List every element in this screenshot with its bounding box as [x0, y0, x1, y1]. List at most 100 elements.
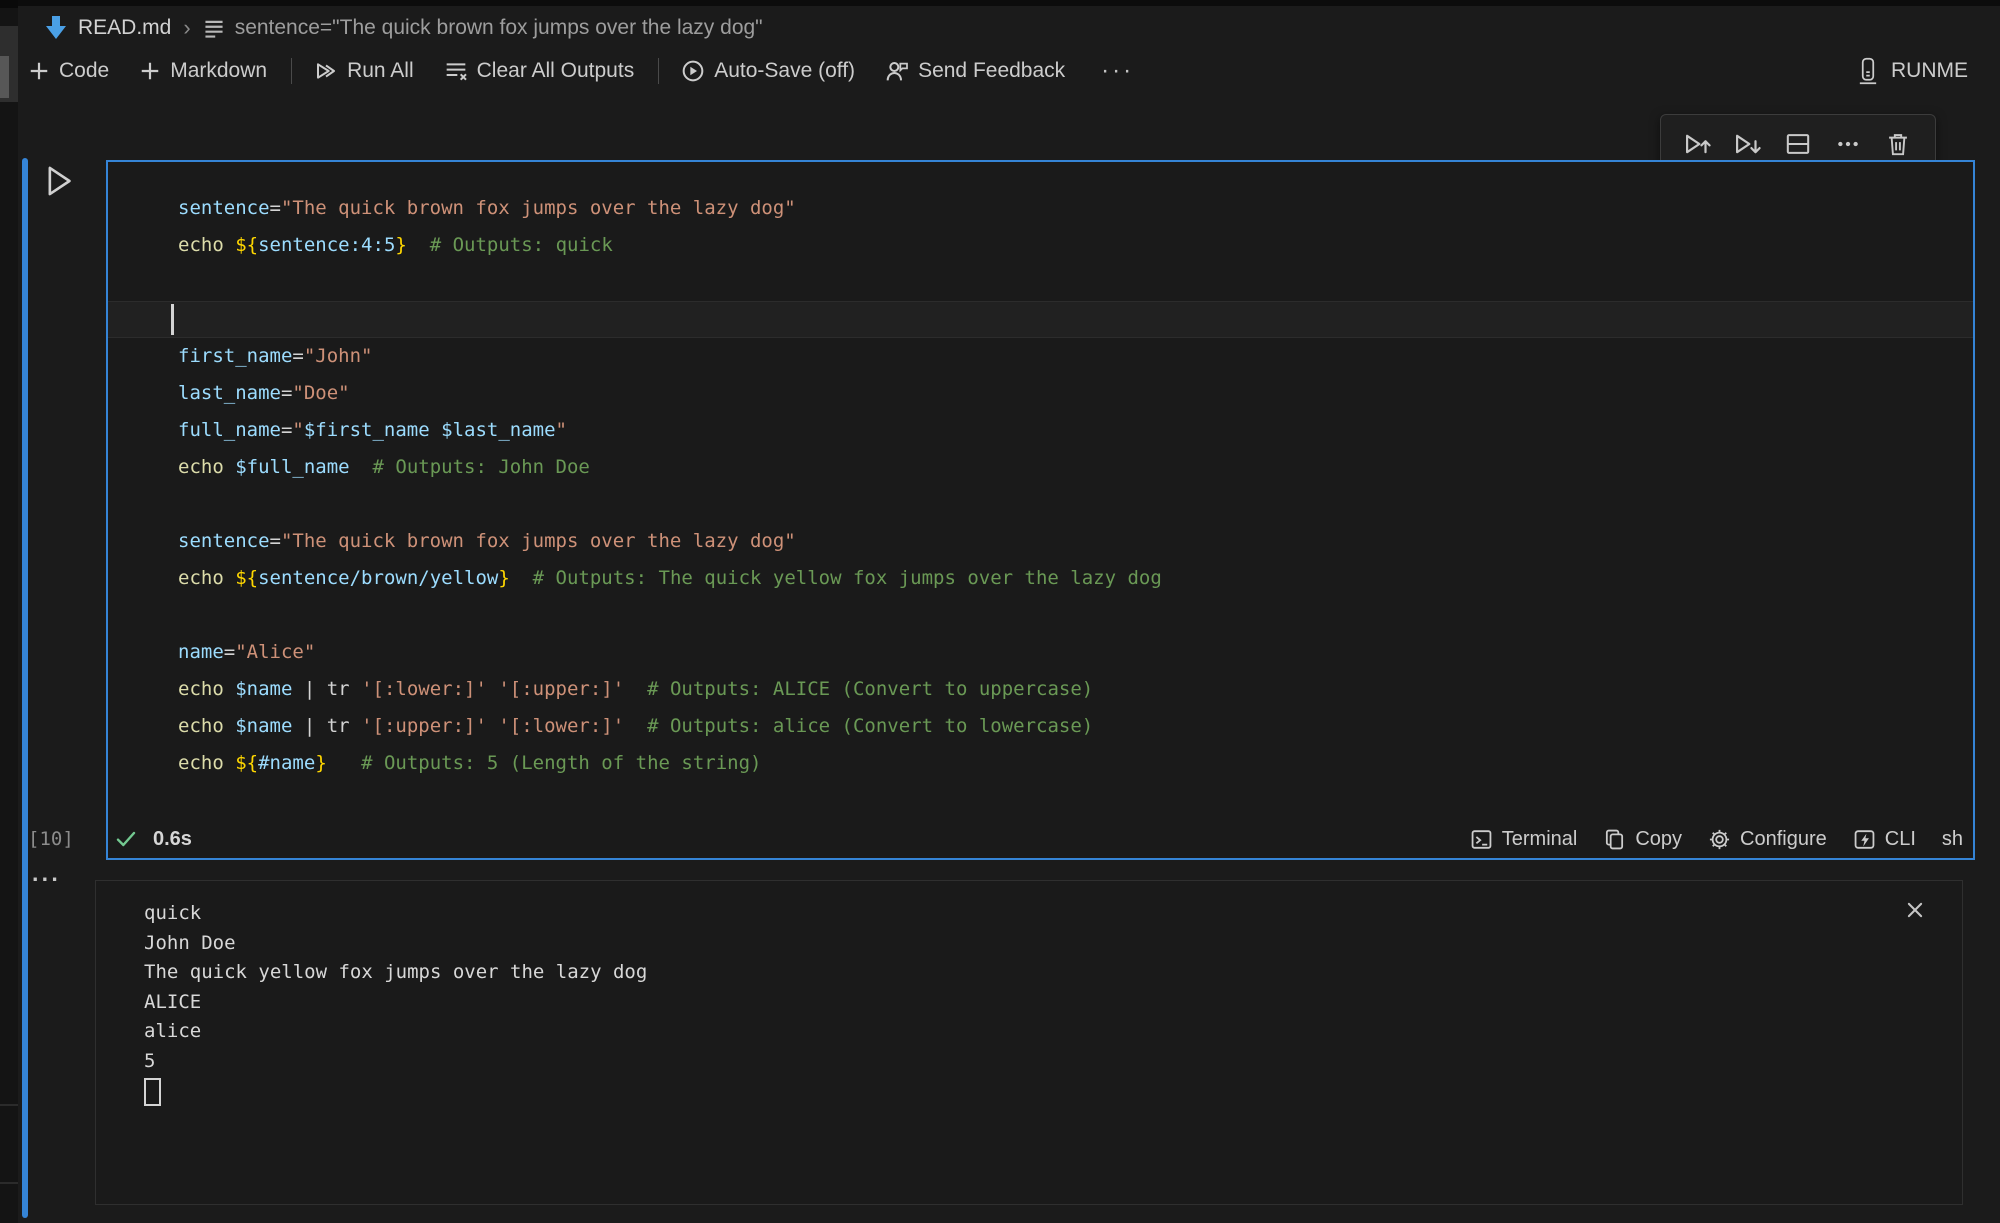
code-token: first_name [178, 345, 292, 367]
code-token: } [498, 567, 509, 589]
cli-icon [1853, 828, 1876, 851]
execute-above-button[interactable] [1681, 124, 1715, 164]
code-token: | tr [292, 715, 361, 737]
code-token [624, 715, 647, 737]
code-editor[interactable]: sentence = "The quick brown fox jumps over… [178, 190, 1162, 782]
add-code-cell-button[interactable]: Code [28, 59, 109, 83]
code-token: sentence/brown/yellow [258, 567, 498, 589]
code-token: # Outputs: ALICE (Convert to uppercase) [647, 678, 1093, 700]
code-token: } [315, 752, 326, 774]
copy-label: Copy [1635, 828, 1682, 851]
cli-button[interactable]: CLI [1853, 828, 1916, 851]
code-line[interactable]: echo $full_name # Outputs: John Doe [178, 449, 1162, 486]
cell-status-bar: 0.6s Terminal Copy [106, 820, 1975, 858]
clear-all-outputs-button[interactable]: Clear All Outputs [444, 59, 635, 83]
code-token: last_name [178, 382, 281, 404]
code-line[interactable]: echo ${sentence/brown/yellow} # Outputs:… [178, 560, 1162, 597]
code-line[interactable]: sentence="The quick brown fox jumps over… [178, 190, 1162, 227]
execute-cell-and-below-button[interactable] [1731, 124, 1765, 164]
code-token: '[:upper:]' [361, 715, 487, 737]
autosave-toggle-button[interactable]: Auto-Save (off) [681, 59, 855, 83]
toolbar-divider [658, 58, 659, 84]
gutter-separator [0, 1104, 18, 1106]
code-line[interactable]: echo ${#name} # Outputs: 5 (Length of th… [178, 745, 1162, 782]
code-token: = [281, 382, 292, 404]
delete-cell-button[interactable] [1881, 124, 1915, 164]
breadcrumb-file[interactable]: READ.md [78, 16, 171, 40]
cell-status-left: 0.6s [114, 827, 192, 851]
code-line[interactable]: echo ${sentence:4:5} # Outputs: quick [178, 227, 1162, 264]
terminal-icon [1470, 828, 1493, 851]
code-line[interactable] [178, 264, 1162, 301]
code-token [430, 419, 441, 441]
code-token: '[:lower:]' [498, 715, 624, 737]
send-feedback-button[interactable]: Send Feedback [885, 59, 1065, 83]
code-token: # Outputs: The quick yellow fox jumps ov… [533, 567, 1162, 589]
cell-focus-bar [22, 158, 28, 1218]
output-menu-button[interactable]: ··· [32, 866, 61, 893]
add-markdown-cell-button[interactable]: Markdown [139, 59, 267, 83]
toolbar-divider [291, 58, 292, 84]
code-line[interactable]: first_name="John" [178, 338, 1162, 375]
breadcrumb-separator: › [181, 15, 192, 41]
split-cell-icon [1784, 130, 1812, 158]
code-line[interactable]: last_name="Doe" [178, 375, 1162, 412]
output-line: ALICE [144, 988, 647, 1018]
run-all-icon [314, 59, 338, 83]
plus-icon [139, 60, 161, 82]
code-line[interactable]: full_name="$first_name $last_name" [178, 412, 1162, 449]
code-line-cursor[interactable] [178, 301, 1162, 338]
runme-logo-icon [1855, 57, 1881, 85]
scrollbar-thumb[interactable] [0, 56, 9, 98]
toolbar-more-button[interactable]: ··· [1101, 57, 1134, 85]
code-line[interactable]: name="Alice" [178, 634, 1162, 671]
terminal-button[interactable]: Terminal [1470, 828, 1578, 851]
code-token: echo [178, 678, 224, 700]
code-line[interactable]: echo $name | tr '[:upper:]' '[:lower:]' … [178, 708, 1162, 745]
code-token: | tr [292, 678, 361, 700]
split-cell-button[interactable] [1781, 124, 1815, 164]
runme-label: RUNME [1891, 59, 1968, 83]
breadcrumb-symbol[interactable]: sentence="The quick brown fox jumps over… [235, 16, 763, 40]
code-token [510, 567, 533, 589]
code-line[interactable]: echo $name | tr '[:lower:]' '[:upper:]' … [178, 671, 1162, 708]
add-markdown-label: Markdown [170, 59, 267, 83]
close-output-button[interactable] [1904, 899, 1926, 921]
code-token [224, 752, 235, 774]
code-line[interactable] [178, 486, 1162, 523]
code-token: "The quick brown fox jumps over the lazy… [281, 197, 796, 219]
output-line: quick [144, 899, 647, 929]
code-token: #name [258, 752, 315, 774]
code-token: sentence [178, 197, 270, 219]
code-token: "The quick brown fox jumps over the lazy… [281, 530, 796, 552]
code-token: " [292, 419, 303, 441]
configure-button[interactable]: Configure [1708, 828, 1827, 851]
code-token: "John" [304, 345, 373, 367]
code-token [327, 752, 361, 774]
run-cell-button[interactable] [44, 164, 74, 198]
copy-button[interactable]: Copy [1603, 828, 1682, 851]
output-line: 5 [144, 1047, 647, 1077]
gutter-separator [0, 1182, 18, 1184]
code-token: '[:lower:]' [361, 678, 487, 700]
code-token: ${ [235, 567, 258, 589]
cell-language-picker[interactable]: sh [1942, 828, 1963, 851]
output-text: quickJohn DoeThe quick yellow fox jumps … [144, 899, 647, 1116]
symbol-list-icon [203, 17, 225, 39]
code-token: = [281, 419, 292, 441]
execute-cell-and-below-icon [1733, 129, 1763, 159]
plus-icon [28, 60, 50, 82]
code-token: ${ [235, 234, 258, 256]
more-cell-actions-button[interactable] [1831, 124, 1865, 164]
code-token [487, 715, 498, 737]
code-line[interactable] [178, 597, 1162, 634]
editor-left-gutter [0, 0, 18, 1223]
code-token [224, 456, 235, 478]
code-token: sentence [178, 530, 270, 552]
code-token [224, 234, 235, 256]
code-token: $full_name [235, 456, 349, 478]
code-line[interactable]: sentence="The quick brown fox jumps over… [178, 523, 1162, 560]
run-all-button[interactable]: Run All [314, 59, 414, 83]
text-caret [171, 304, 174, 335]
clear-outputs-icon [444, 59, 468, 83]
